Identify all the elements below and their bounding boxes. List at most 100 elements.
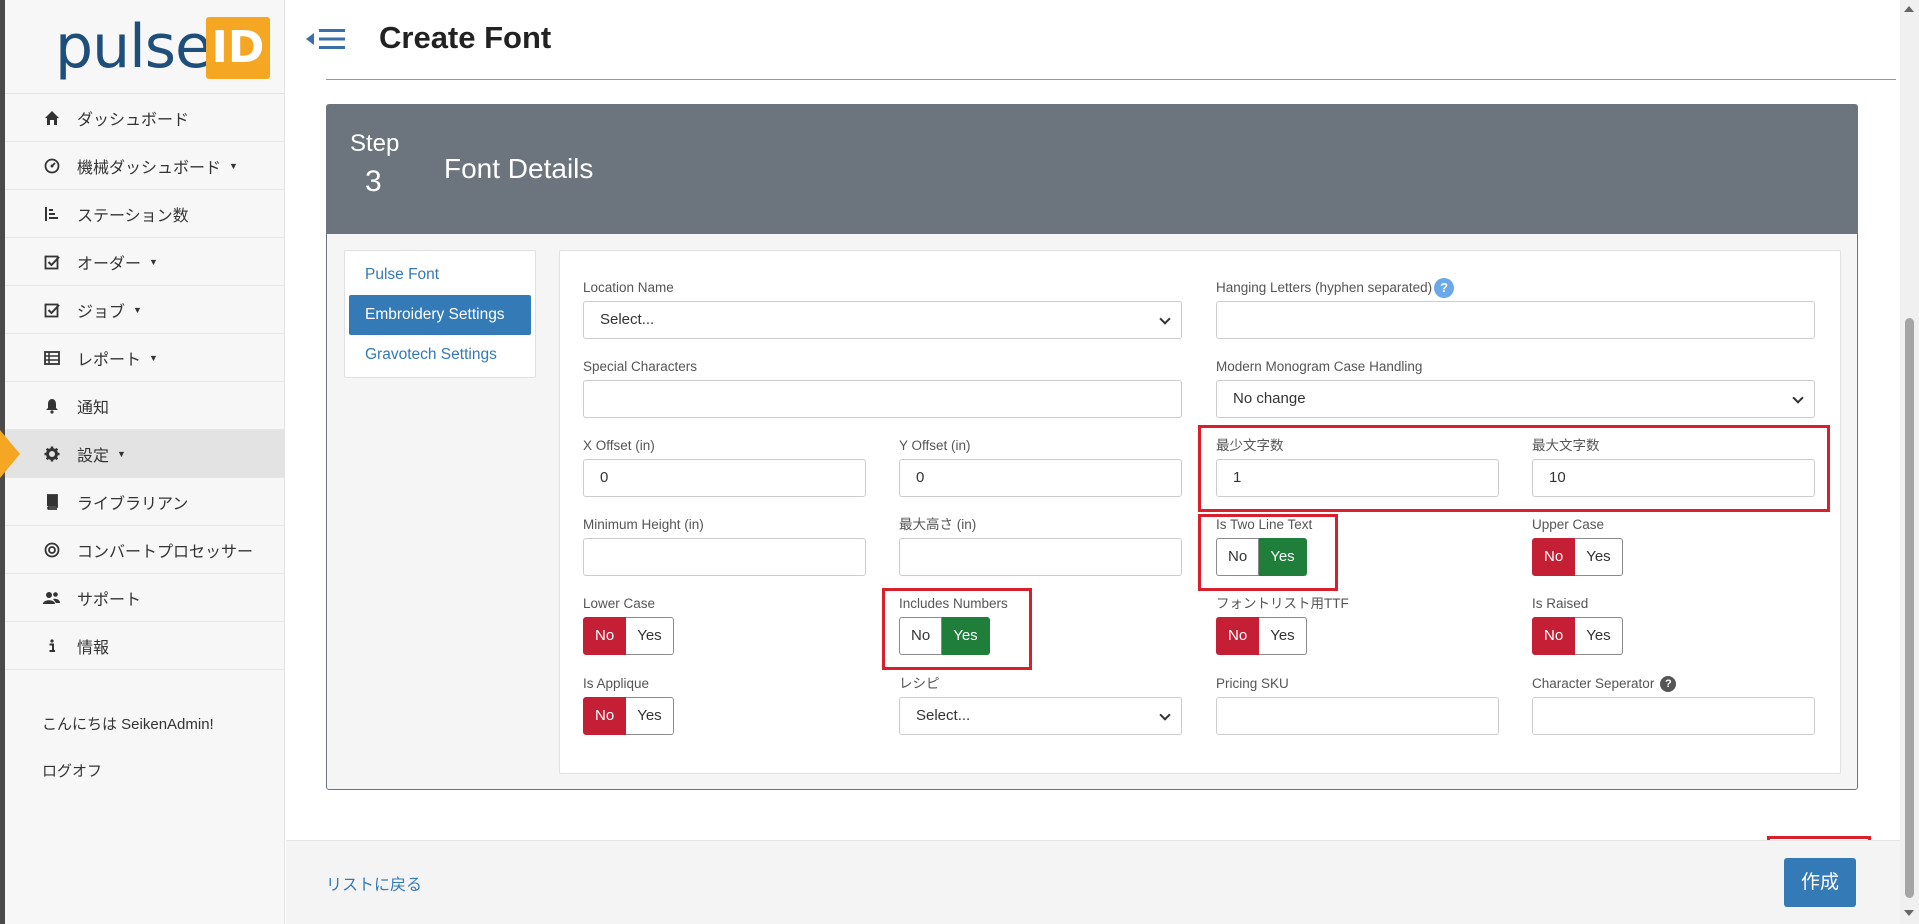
field-label: Pricing SKU — [1216, 676, 1289, 691]
toggle-yes-button[interactable]: Yes — [626, 617, 674, 655]
sidebar-item-stations[interactable]: ステーション数 — [5, 190, 284, 238]
page-header: Create Font — [286, 0, 1900, 82]
field-label-row: Character Seperator ? — [1532, 675, 1815, 693]
sidebar-item-label: ステーション数 — [77, 207, 189, 225]
sidebar-item-reports[interactable]: レポート ▼ — [5, 334, 284, 382]
x-offset-input[interactable]: 0 — [583, 459, 866, 497]
field-label: Lower Case — [583, 596, 656, 611]
is-raised-field: Is Raised No Yes — [1532, 595, 1623, 655]
target-icon — [41, 540, 63, 560]
field-label: Upper Case — [1532, 517, 1605, 532]
logo-text: pulse — [55, 12, 212, 82]
caret-down-icon: ▼ — [149, 352, 158, 363]
sidebar-nav: ダッシュボード 機械ダッシュボード ▼ ステーション数 オーダー ▼ ジョブ ▼… — [0, 94, 284, 670]
home-icon — [41, 108, 63, 128]
font-list-ttf-toggle: No Yes — [1216, 617, 1349, 655]
monogram-case-select[interactable]: No change — [1216, 380, 1815, 418]
location-name-select[interactable]: Select... — [583, 301, 1182, 339]
sidebar: pulse ID ダッシュボード 機械ダッシュボード ▼ ステーション数 オーダ… — [0, 0, 285, 924]
field-label: Includes Numbers — [899, 596, 1008, 611]
page-title: Create Font — [379, 20, 552, 55]
checkbox-icon — [41, 300, 63, 320]
recipe-select[interactable]: Select... — [899, 697, 1182, 735]
scrollbar-thumb[interactable] — [1905, 318, 1914, 898]
bell-icon — [41, 396, 63, 416]
logout-link[interactable]: ログオフ — [42, 760, 102, 781]
form-panel: Location Name Select... Hanging Letters … — [559, 250, 1841, 774]
pricing-sku-input[interactable] — [1216, 697, 1499, 735]
stations-icon — [41, 204, 63, 224]
sidebar-item-label: オーダー — [77, 255, 142, 273]
hanging-letters-input[interactable] — [1216, 301, 1815, 339]
max-height-input[interactable] — [899, 538, 1182, 576]
toggle-no-button[interactable]: No — [1216, 617, 1260, 655]
scroll-down-icon[interactable] — [1904, 910, 1914, 916]
tab-embroidery-settings[interactable]: Embroidery Settings — [349, 295, 531, 335]
toggle-no-button[interactable]: No — [1216, 538, 1260, 576]
toggle-yes-button[interactable]: Yes — [1575, 617, 1623, 655]
sidebar-item-machine-dashboard[interactable]: 機械ダッシュボード ▼ — [5, 142, 284, 190]
back-to-list-link[interactable]: リストに戻る — [326, 871, 422, 895]
field-label: レシピ — [899, 676, 940, 691]
scrollbar[interactable] — [1900, 0, 1919, 924]
sidebar-item-label: 設定 — [77, 447, 110, 465]
sidebar-item-orders[interactable]: オーダー ▼ — [5, 238, 284, 286]
toggle-no-button[interactable]: No — [1532, 538, 1576, 576]
field-label: Is Two Line Text — [1216, 517, 1313, 532]
char-separator-input[interactable] — [1532, 697, 1815, 735]
special-characters-input[interactable] — [583, 380, 1182, 418]
divider — [326, 79, 1896, 80]
sidebar-item-label: ライブラリアン — [77, 495, 189, 513]
step-header: Step 3 Font Details — [327, 105, 1857, 234]
gear-icon — [41, 444, 63, 464]
book-icon — [41, 492, 63, 512]
sidebar-item-jobs[interactable]: ジョブ ▼ — [5, 286, 284, 334]
step-title: Font Details — [444, 153, 594, 184]
field-label: Special Characters — [583, 359, 698, 374]
help-icon[interactable]: ? — [1434, 278, 1455, 298]
scroll-up-icon[interactable] — [1904, 6, 1914, 12]
field-label-row: Hanging Letters (hyphen separated) ? — [1216, 278, 1815, 298]
toggle-no-button[interactable]: No — [583, 697, 627, 735]
sidebar-item-convert-processor[interactable]: コンバートプロセッサー — [5, 526, 284, 574]
toggle-yes-button[interactable]: Yes — [1259, 617, 1307, 655]
sidebar-item-notifications[interactable]: 通知 — [5, 382, 284, 430]
lower-case-field: Lower Case No Yes — [583, 595, 674, 655]
toggle-yes-button[interactable]: Yes — [1575, 538, 1623, 576]
sidebar-item-support[interactable]: サポート — [5, 574, 284, 622]
sidebar-item-label: 情報 — [77, 639, 110, 657]
field-label: Is Raised — [1532, 596, 1589, 611]
help-icon[interactable]: ? — [1660, 676, 1677, 692]
toggle-yes-button[interactable]: Yes — [942, 617, 990, 655]
field-label: 最大高さ (in) — [899, 517, 977, 532]
max-chars-input[interactable]: 10 — [1532, 459, 1815, 497]
tab-gravotech-settings[interactable]: Gravotech Settings — [349, 335, 531, 375]
min-chars-field: 最少文字数 1 — [1216, 437, 1499, 497]
sidebar-item-dashboard[interactable]: ダッシュボード — [5, 94, 284, 142]
menu-toggle-icon[interactable] — [306, 26, 350, 52]
create-button[interactable]: 作成 — [1784, 858, 1856, 907]
sidebar-item-label: コンバートプロセッサー — [77, 543, 254, 561]
toggle-no-button[interactable]: No — [899, 617, 943, 655]
sidebar-item-librarian[interactable]: ライブラリアン — [5, 478, 284, 526]
tab-pulse-font[interactable]: Pulse Font — [349, 255, 531, 295]
toggle-yes-button[interactable]: Yes — [1259, 538, 1307, 576]
sidebar-item-info[interactable]: 情報 — [5, 622, 284, 670]
sidebar-item-settings[interactable]: 設定 ▼ — [0, 430, 284, 478]
active-indicator — [0, 430, 20, 478]
y-offset-input[interactable]: 0 — [899, 459, 1182, 497]
toggle-no-button[interactable]: No — [583, 617, 627, 655]
toggle-yes-button[interactable]: Yes — [626, 697, 674, 735]
monogram-case-field: Modern Monogram Case Handling No change — [1216, 358, 1815, 418]
field-label: Location Name — [583, 280, 674, 295]
max-chars-field: 最大文字数 10 — [1532, 437, 1815, 497]
min-chars-input[interactable]: 1 — [1216, 459, 1499, 497]
sidebar-item-label: レポート — [77, 351, 142, 369]
sidebar-item-label: サポート — [77, 591, 142, 609]
toggle-no-button[interactable]: No — [1532, 617, 1576, 655]
logo[interactable]: pulse ID — [5, 0, 284, 94]
field-label: Y Offset (in) — [899, 438, 971, 453]
min-height-input[interactable] — [583, 538, 866, 576]
sidebar-item-label: ダッシュボード — [77, 111, 190, 129]
lower-case-toggle: No Yes — [583, 617, 674, 655]
